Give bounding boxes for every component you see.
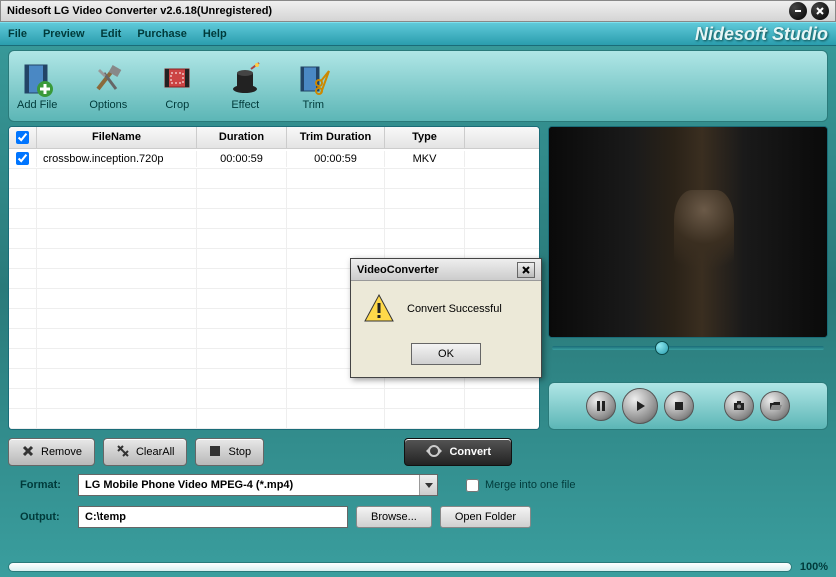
clear-all-button[interactable]: ClearAll <box>103 438 188 466</box>
cell-filename: crossbow.inception.720p <box>37 151 197 167</box>
snapshot-button[interactable] <box>724 391 754 421</box>
merge-label: Merge into one file <box>485 479 576 491</box>
cell-trim-duration: 00:00:59 <box>287 151 385 167</box>
dialog-message: Convert Successful <box>407 303 502 315</box>
pause-button[interactable] <box>586 391 616 421</box>
chevron-down-icon <box>419 475 437 495</box>
crop-icon <box>159 61 195 97</box>
options-icon <box>90 61 126 97</box>
window-title: Nidesoft LG Video Converter v2.6.18(Unre… <box>7 5 789 17</box>
warning-icon <box>363 293 395 325</box>
convert-icon <box>425 442 443 463</box>
toolbar: Add File Options Crop Effect Trim <box>8 50 828 122</box>
menu-help[interactable]: Help <box>203 28 227 40</box>
effect-icon <box>227 61 263 97</box>
open-snapshot-folder-button[interactable] <box>760 391 790 421</box>
progress-bar <box>8 562 792 572</box>
menu-file[interactable]: File <box>8 28 27 40</box>
dialog-title-text: VideoConverter <box>357 264 439 276</box>
header-duration[interactable]: Duration <box>197 127 287 148</box>
playback-controls <box>548 382 828 430</box>
message-dialog: VideoConverter Convert Successful OK <box>350 258 542 378</box>
progress-percent: 100% <box>800 561 828 573</box>
merge-checkbox[interactable] <box>466 479 479 492</box>
menu-edit[interactable]: Edit <box>101 28 122 40</box>
video-frame <box>549 127 827 337</box>
format-label: Format: <box>20 479 70 491</box>
format-select[interactable]: LG Mobile Phone Video MPEG-4 (*.mp4) <box>78 474 438 496</box>
table-header: FileName Duration Trim Duration Type <box>9 127 539 149</box>
browse-button[interactable]: Browse... <box>356 506 432 528</box>
output-settings: Format: LG Mobile Phone Video MPEG-4 (*.… <box>20 474 816 528</box>
header-checkbox[interactable] <box>9 127 37 148</box>
options-button[interactable]: Options <box>89 61 127 111</box>
output-path-input[interactable]: C:\temp <box>78 506 348 528</box>
add-file-button[interactable]: Add File <box>17 61 57 111</box>
convert-button[interactable]: Convert <box>404 438 512 466</box>
menu-purchase[interactable]: Purchase <box>137 28 187 40</box>
output-label: Output: <box>20 511 70 523</box>
open-folder-button[interactable]: Open Folder <box>440 506 531 528</box>
play-button[interactable] <box>622 388 658 424</box>
row-checkbox[interactable] <box>16 152 29 165</box>
brand-label: Nidesoft Studio <box>695 24 828 45</box>
cell-duration: 00:00:59 <box>197 151 287 167</box>
minimize-button[interactable] <box>789 2 807 20</box>
trim-icon <box>295 61 331 97</box>
preview-panel <box>548 126 828 430</box>
trim-button[interactable]: Trim <box>295 61 331 111</box>
stop-playback-button[interactable] <box>664 391 694 421</box>
dialog-ok-button[interactable]: OK <box>411 343 481 365</box>
menu-bar: File Preview Edit Purchase Help Nidesoft… <box>0 22 836 46</box>
header-type[interactable]: Type <box>385 127 465 148</box>
menu-preview[interactable]: Preview <box>43 28 85 40</box>
progress-bar-area: 100% <box>8 561 828 573</box>
header-trim-duration[interactable]: Trim Duration <box>287 127 385 148</box>
preview-screen <box>548 126 828 338</box>
seek-bar[interactable] <box>548 338 828 358</box>
clear-all-icon <box>116 444 130 461</box>
header-filename[interactable]: FileName <box>37 127 197 148</box>
titlebar: Nidesoft LG Video Converter v2.6.18(Unre… <box>0 0 836 22</box>
add-file-icon <box>19 61 55 97</box>
cell-type: MKV <box>385 151 465 167</box>
crop-button[interactable]: Crop <box>159 61 195 111</box>
table-row[interactable]: crossbow.inception.720p 00:00:59 00:00:5… <box>9 149 539 169</box>
dialog-titlebar[interactable]: VideoConverter <box>351 259 541 281</box>
remove-button[interactable]: Remove <box>8 438 95 466</box>
close-button[interactable] <box>811 2 829 20</box>
effect-button[interactable]: Effect <box>227 61 263 111</box>
stop-button[interactable]: Stop <box>195 438 264 466</box>
seek-thumb[interactable] <box>655 341 669 355</box>
dialog-close-button[interactable] <box>517 262 535 278</box>
stop-icon <box>208 444 222 461</box>
remove-icon <box>21 444 35 461</box>
